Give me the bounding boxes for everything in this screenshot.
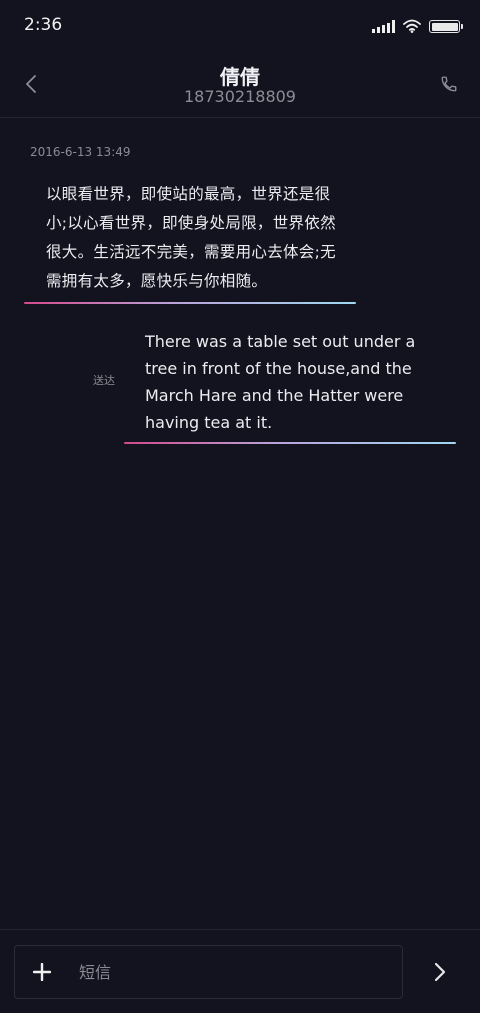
compose-bar xyxy=(0,929,480,1013)
outgoing-message-bubble[interactable]: There was a table set out under a tree i… xyxy=(124,328,456,444)
sms-conversation-screen: 2:36 倩倩 18730218809 2016-6-13 13:49 以眼看世… xyxy=(0,0,480,1013)
message-underline xyxy=(24,302,356,304)
phone-icon[interactable] xyxy=(436,70,462,98)
incoming-message-bubble[interactable]: 以眼看世界，即使站的最高，世界还是很小;以心看世界，即使身处局限，世界依然很大。… xyxy=(24,180,356,304)
status-bar: 2:36 xyxy=(0,0,480,52)
signal-icon xyxy=(372,20,395,33)
delivery-status: 送达 xyxy=(93,374,115,387)
wifi-icon xyxy=(403,19,421,33)
conversation-header: 倩倩 18730218809 xyxy=(0,52,480,118)
status-icons xyxy=(372,17,463,33)
chevron-right-icon[interactable] xyxy=(426,958,454,986)
message-timestamp: 2016-6-13 13:49 xyxy=(30,145,131,159)
compose-box xyxy=(14,945,403,999)
message-input[interactable] xyxy=(79,955,389,989)
incoming-message-text: 以眼看世界，即使站的最高，世界还是很小;以心看世界，即使身处局限，世界依然很大。… xyxy=(46,185,336,290)
message-underline xyxy=(124,442,456,444)
plus-icon[interactable] xyxy=(29,959,55,985)
outgoing-message-text: There was a table set out under a tree i… xyxy=(145,332,416,432)
contact-number: 18730218809 xyxy=(184,87,296,106)
status-time: 2:36 xyxy=(24,15,63,35)
contact-name: 倩倩 xyxy=(220,65,260,89)
battery-icon xyxy=(429,20,463,33)
